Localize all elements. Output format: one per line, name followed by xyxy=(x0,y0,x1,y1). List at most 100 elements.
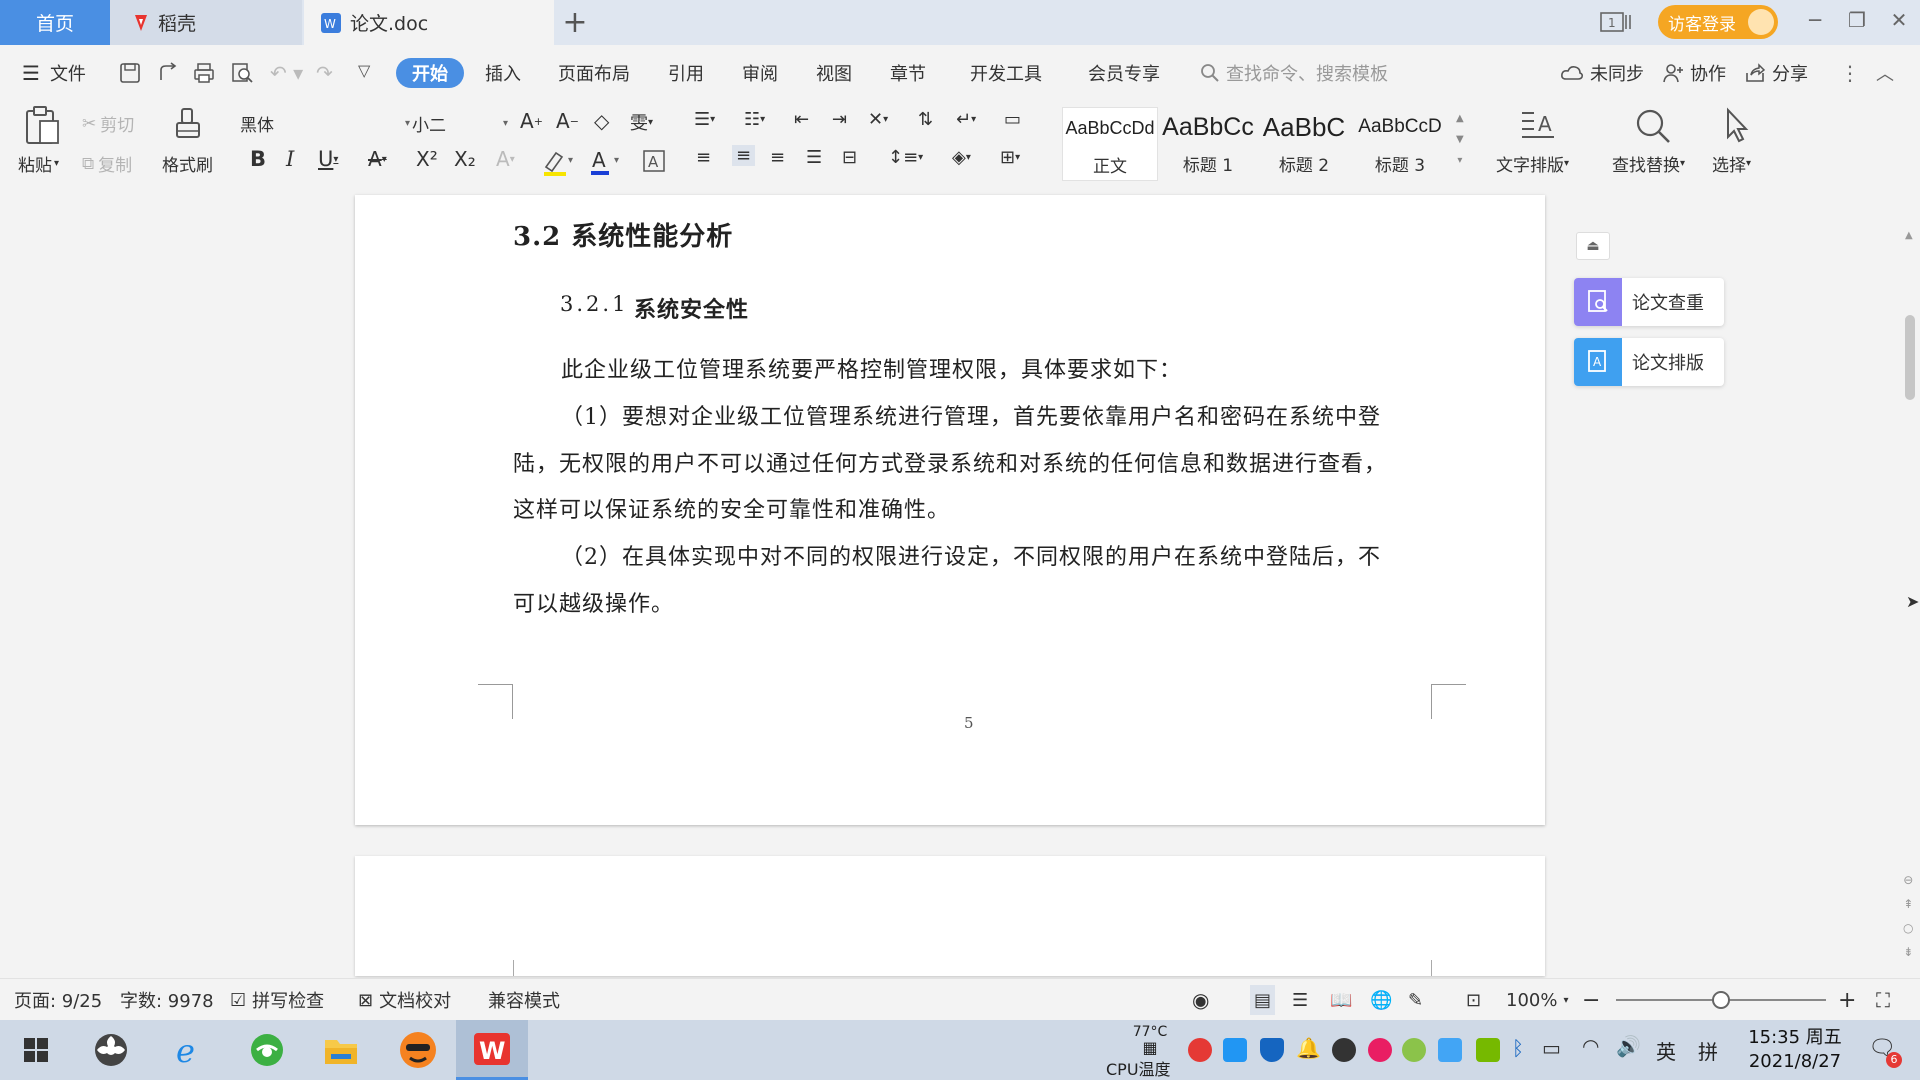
sync-status[interactable]: 未同步 xyxy=(1560,45,1644,101)
bell-icon[interactable]: 🔔 xyxy=(1296,1036,1321,1060)
clear-format-icon[interactable]: ◇ xyxy=(594,109,609,133)
align-center-icon[interactable]: ≡ xyxy=(732,145,756,166)
select-cursor-icon[interactable] xyxy=(1722,107,1752,145)
font-name-select[interactable]: 黑体 ▾ xyxy=(240,109,410,137)
command-search[interactable]: 查找命令、搜索模板 xyxy=(1200,45,1388,101)
new-tab-button[interactable]: + xyxy=(560,0,590,45)
print-icon[interactable] xyxy=(192,61,216,85)
document-page-next[interactable] xyxy=(355,856,1545,976)
zoom-slider-thumb[interactable] xyxy=(1712,991,1730,1009)
tab-document[interactable]: W 论文.doc xyxy=(304,0,554,45)
spell-check-button[interactable]: ☑ 拼写检查 xyxy=(230,979,324,1021)
thesis-layout-button[interactable]: A 论文排版 xyxy=(1574,338,1724,386)
sort-icon[interactable]: ⇅ xyxy=(918,109,933,130)
style-normal[interactable]: AaBbCcDd 正文 xyxy=(1062,107,1158,181)
word-count[interactable]: 字数: 9978 xyxy=(120,979,214,1021)
collapse-ribbon-icon[interactable]: ︿ xyxy=(1876,45,1894,101)
scrollbar-thumb[interactable] xyxy=(1905,315,1915,400)
subscript-button[interactable]: X₂ xyxy=(454,147,476,171)
find-replace-icon[interactable] xyxy=(1634,107,1672,145)
menu-start[interactable]: 开始 xyxy=(396,58,464,88)
blue-tray-icon[interactable] xyxy=(1223,1038,1247,1062)
scroll-up-icon[interactable]: ▲ xyxy=(1905,230,1913,241)
borders-icon[interactable]: ⊞ ▾ xyxy=(1000,147,1020,168)
web-view-icon[interactable]: 🌐 xyxy=(1370,979,1392,1021)
thesis-check-button[interactable]: 论文查重 xyxy=(1574,278,1724,326)
write-mode-icon[interactable]: ✎ xyxy=(1408,979,1423,1021)
outline-view-icon[interactable]: ☰ xyxy=(1292,979,1308,1021)
share-button[interactable]: 分享 xyxy=(1744,45,1808,101)
text-layout-button[interactable]: 文字排版 ▾ xyxy=(1496,151,1569,176)
highlight-icon[interactable]: ▾ xyxy=(542,149,576,177)
chinese-layout-icon[interactable]: ✕ ▾ xyxy=(868,109,888,130)
menu-references[interactable]: 引用 xyxy=(668,45,704,101)
numbered-list-icon[interactable]: ☷ ▾ xyxy=(744,109,765,130)
shrink-font-icon[interactable]: A − xyxy=(556,109,579,133)
format-painter-button[interactable]: 格式刷 xyxy=(162,151,213,176)
find-replace-button[interactable]: 查找替换 ▾ xyxy=(1612,151,1685,176)
clock[interactable]: 15:35 周五 2021/8/27 xyxy=(1740,1026,1850,1074)
volume-icon[interactable]: 🔊 xyxy=(1616,1034,1641,1058)
wps-writer-taskbar-icon[interactable]: W xyxy=(456,1020,528,1080)
strikethrough-button[interactable]: A ▾ xyxy=(368,147,387,171)
bluetooth-icon[interactable]: ᛒ xyxy=(1512,1036,1524,1060)
battery-icon[interactable]: ▭ xyxy=(1542,1036,1561,1060)
network-app-icon[interactable] xyxy=(1438,1038,1462,1062)
zoom-level-select[interactable]: 100% ▾ xyxy=(1506,979,1569,1021)
font-size-select[interactable]: 小二 ▾ xyxy=(412,109,508,137)
file-explorer-icon[interactable] xyxy=(316,1020,366,1080)
menu-developer[interactable]: 开发工具 xyxy=(970,45,1042,101)
print-preview-icon[interactable] xyxy=(230,61,254,85)
menu-chapter[interactable]: 章节 xyxy=(890,45,926,101)
quick-access-dropdown-icon[interactable]: ▽ xyxy=(358,61,370,80)
green-plus-icon[interactable] xyxy=(1402,1038,1426,1062)
increase-indent-icon[interactable]: ⇥ xyxy=(832,109,847,130)
fit-page-icon[interactable]: ⊡ xyxy=(1466,979,1481,1021)
copy-button[interactable]: ⧉ 复制 xyxy=(82,151,132,177)
close-button[interactable]: ✕ xyxy=(1884,8,1914,32)
paste-button[interactable] xyxy=(22,105,62,147)
pink-tray-icon[interactable] xyxy=(1368,1038,1392,1062)
app-mascot-icon[interactable] xyxy=(390,1020,446,1080)
distributed-align-icon[interactable]: ⊟ xyxy=(842,147,857,168)
grow-font-icon[interactable]: A + xyxy=(520,109,543,133)
fullscreen-icon[interactable]: ⛶ xyxy=(1876,979,1890,1021)
underline-button[interactable]: U ▾ xyxy=(318,147,338,171)
page-nav-icons[interactable]: ⊖ ⇞ ○ ⇟ xyxy=(1903,868,1913,964)
collaborate-button[interactable]: 协作 xyxy=(1662,45,1726,101)
paste-label-wrap[interactable]: 粘贴 ▾ xyxy=(18,151,59,176)
justify-icon[interactable]: ☰ xyxy=(806,147,822,168)
eye-protection-icon[interactable]: ◉ xyxy=(1192,979,1209,1021)
more-options-icon[interactable]: ⋮ xyxy=(1840,45,1860,101)
shading-icon[interactable]: ◈ ▾ xyxy=(952,147,971,168)
line-spacing-icon[interactable]: ↕≡ ▾ xyxy=(888,147,923,168)
zoom-out-button[interactable]: − xyxy=(1582,979,1600,1021)
style-heading3[interactable]: AaBbCcD 标题 3 xyxy=(1352,107,1448,181)
align-right-icon[interactable]: ≡ xyxy=(770,147,785,168)
qq-penguin-icon[interactable] xyxy=(1332,1038,1356,1062)
character-border-icon[interactable]: A xyxy=(642,149,666,173)
file-menu[interactable]: ☰ 文件 xyxy=(22,45,86,101)
doc-proof-button[interactable]: ⊠ 文档校对 xyxy=(358,979,451,1021)
menu-view[interactable]: 视图 xyxy=(816,45,852,101)
restore-button[interactable]: ❐ xyxy=(1842,8,1872,32)
align-left-icon[interactable]: ≡ xyxy=(696,147,711,168)
menu-review[interactable]: 审阅 xyxy=(742,45,778,101)
superscript-button[interactable]: X² xyxy=(416,147,438,171)
minimize-button[interactable]: ─ xyxy=(1800,8,1830,32)
style-heading2[interactable]: AaBbC 标题 2 xyxy=(1256,107,1352,181)
tab-home[interactable]: 首页 xyxy=(0,0,110,45)
menu-insert[interactable]: 插入 xyxy=(485,45,521,101)
save-icon[interactable] xyxy=(118,61,142,85)
red-tray-icon[interactable] xyxy=(1188,1038,1212,1062)
export-icon[interactable] xyxy=(156,61,180,85)
redo-icon[interactable]: ↷ xyxy=(316,61,333,85)
guest-login-button[interactable]: 访客登录 xyxy=(1658,5,1778,39)
select-button[interactable]: 选择 ▾ xyxy=(1712,151,1751,176)
cut-button[interactable]: ✂ 剪切 xyxy=(82,111,134,137)
font-color-icon[interactable]: A ▾ xyxy=(590,147,624,177)
bold-button[interactable]: B xyxy=(250,147,266,171)
layout-switch-icon[interactable]: 1 xyxy=(1600,10,1632,34)
undo-icon[interactable]: ↶ ▾ xyxy=(270,61,303,85)
bullet-list-icon[interactable]: ☰ ▾ xyxy=(694,109,715,130)
